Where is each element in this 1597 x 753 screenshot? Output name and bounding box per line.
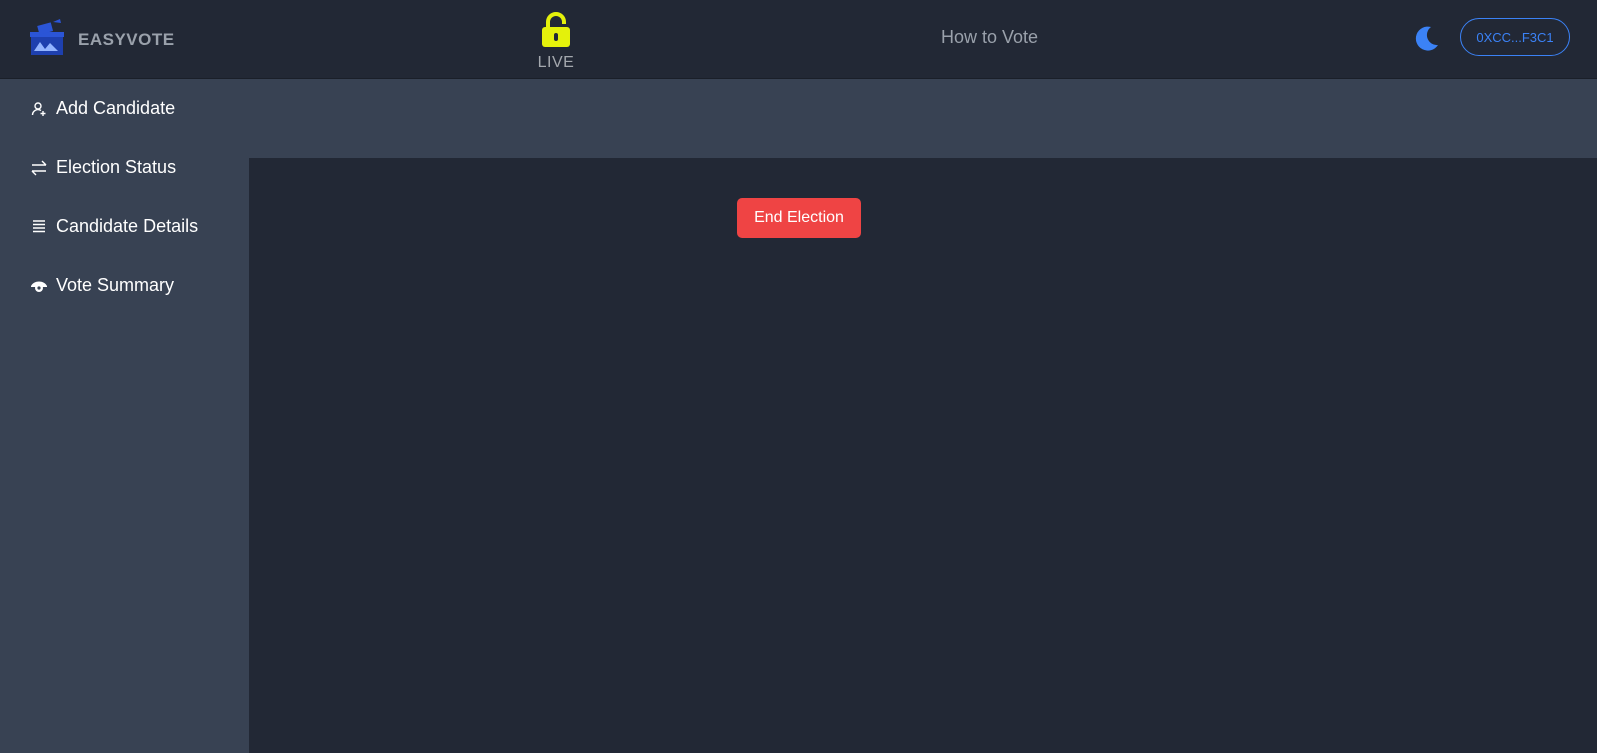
- sidebar-item-candidate-details[interactable]: Candidate Details: [30, 216, 198, 237]
- sidebar-item-label: Vote Summary: [56, 275, 175, 295]
- sidebar: Add Candidate Election Status Candidate …: [0, 79, 249, 753]
- brand-name: EASYVOTE: [78, 29, 175, 49]
- sidebar-item-election-status[interactable]: Election Status: [30, 157, 176, 178]
- sidebar-item-add-candidate[interactable]: Add Candidate: [30, 98, 175, 119]
- moon-icon[interactable]: [1413, 24, 1441, 52]
- list-icon: [30, 218, 48, 236]
- sidebar-item-vote-summary[interactable]: Vote Summary: [30, 275, 174, 296]
- how-to-vote-link[interactable]: How to Vote: [941, 27, 1038, 48]
- eye-icon: [30, 277, 48, 295]
- swap-arrows-icon: [30, 159, 48, 177]
- content-header-strip: [249, 79, 1597, 158]
- unlock-icon: [539, 12, 573, 52]
- sidebar-item-label: Add Candidate: [56, 98, 176, 118]
- end-election-button[interactable]: End Election: [737, 198, 861, 238]
- live-status-label: LIVE: [537, 54, 575, 71]
- top-navbar: EASYVOTE LIVE How to Vote 0XCC...F3C1: [0, 0, 1597, 79]
- ballot-box-logo-icon: [30, 18, 64, 61]
- wallet-address-button[interactable]: 0XCC...F3C1: [1460, 18, 1570, 56]
- election-status-indicator: LIVE: [534, 12, 578, 72]
- brand[interactable]: EASYVOTE: [30, 18, 175, 61]
- sidebar-item-label: Election Status: [56, 157, 177, 177]
- sidebar-item-label: Candidate Details: [56, 216, 199, 236]
- user-add-icon: [30, 100, 48, 118]
